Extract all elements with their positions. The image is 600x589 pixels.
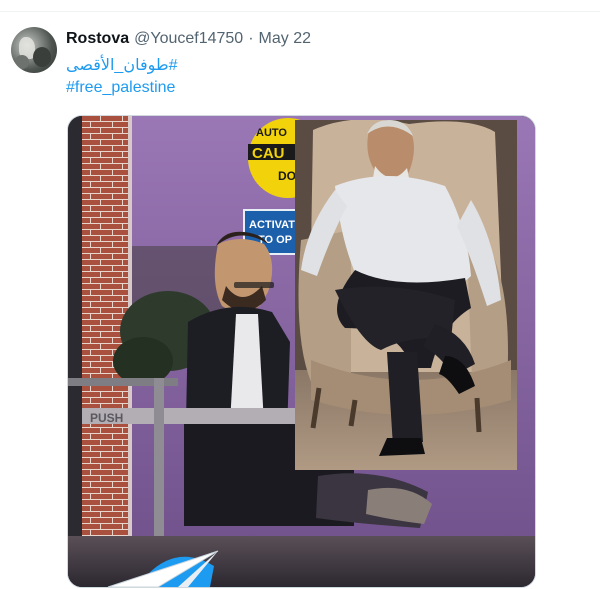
sign-text-do: DO: [278, 169, 296, 183]
timeline-divider: [0, 11, 600, 12]
inset-photo: [295, 120, 517, 470]
header-separator: ·: [248, 30, 254, 47]
tweet-header: Rostova @Youcef14750 · May 22: [66, 29, 311, 49]
hashtag-al-aqsa-flood[interactable]: #طوفان_الأقصى: [66, 55, 178, 75]
sign-text-auto: AUTO: [256, 127, 287, 139]
sign-text-activate: ACTIVAT: [249, 219, 295, 231]
author-name[interactable]: Rostova: [66, 30, 129, 48]
sign-text-caution: CAU: [252, 145, 285, 162]
author-handle[interactable]: @Youcef14750: [134, 30, 243, 48]
tweet-media-image[interactable]: AUTO CAU DO ACTIVAT TO OP PUSH: [67, 115, 536, 588]
rail-text-push: PUSH: [90, 411, 123, 425]
author-avatar[interactable]: [11, 27, 57, 73]
inset-photo-graphic: [295, 120, 517, 470]
hashtag-free-palestine[interactable]: #free_palestine: [66, 79, 175, 97]
tweet-date[interactable]: May 22: [259, 30, 311, 48]
